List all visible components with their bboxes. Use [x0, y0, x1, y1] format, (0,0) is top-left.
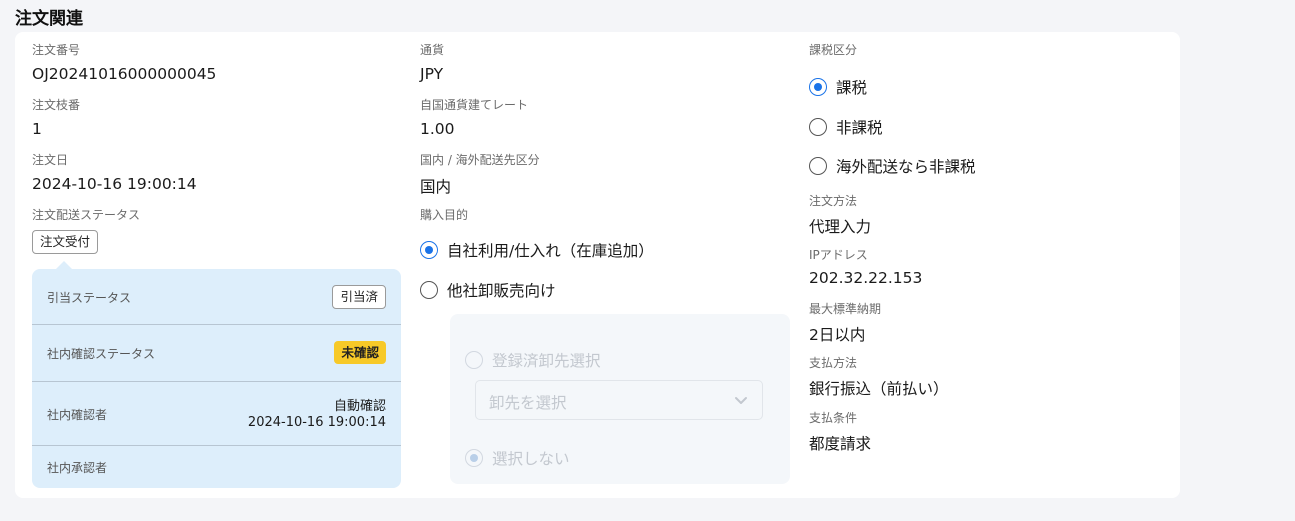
purchase-purpose-label: 購入目的 — [420, 208, 469, 222]
radio-checked-icon[interactable] — [809, 78, 827, 96]
wholesale-panel: 登録済卸先選択 卸先を選択 選択しない — [450, 314, 790, 484]
section-title: 注文関連 — [15, 9, 83, 29]
tax-option-taxable-label: 課税 — [836, 79, 868, 97]
internal-checker-date: 2024-10-16 19:00:14 — [247, 415, 386, 430]
order-number-label: 注文番号 — [32, 43, 81, 57]
status-popover: 引当ステータス 引当済 社内確認ステータス 未確認 社内確認者 自動確認 202… — [32, 261, 401, 488]
tax-option-taxable[interactable]: 課税 — [809, 76, 867, 98]
internal-check-status-badge: 未確認 — [334, 341, 386, 364]
tax-option-non-taxable-label: 非課税 — [836, 119, 883, 137]
tax-option-overseas[interactable]: 海外配送なら非課税 — [809, 155, 976, 177]
radio-checked-icon[interactable] — [420, 241, 438, 259]
radio-unchecked-icon[interactable] — [420, 281, 438, 299]
shipping-status-tag[interactable]: 注文受付 — [32, 230, 99, 254]
currency-value: JPY — [420, 65, 444, 83]
currency-label: 通貨 — [420, 43, 445, 57]
internal-checker-name: 自動確認 — [333, 399, 386, 414]
payment-method-value: 銀行振込（前払い） — [809, 380, 949, 398]
payment-terms-label: 支払条件 — [809, 411, 858, 425]
lead-time-value: 2日以内 — [809, 326, 866, 344]
wholesaler-select[interactable]: 卸先を選択 — [475, 380, 763, 420]
payment-method-label: 支払方法 — [809, 356, 858, 370]
wholesaler-select-placeholder: 卸先を選択 — [489, 394, 567, 412]
order-branch-label: 注文枝番 — [32, 98, 81, 112]
tax-category-label: 課税区分 — [809, 43, 858, 57]
internal-approver-label: 社内承認者 — [47, 461, 108, 475]
internal-check-status-label: 社内確認ステータス — [47, 347, 156, 361]
internal-check-status-row: 社内確認ステータス 未確認 — [32, 325, 401, 382]
ip-address-value: 202.32.22.153 — [809, 269, 923, 287]
order-date-value: 2024-10-16 19:00:14 — [32, 175, 197, 193]
allocation-status-tag: 引当済 — [332, 285, 386, 309]
internal-checker-label: 社内確認者 — [47, 408, 108, 422]
radio-unchecked-icon[interactable] — [809, 157, 827, 175]
purpose-option-own-use-label: 自社利用/仕入れ（在庫追加） — [447, 242, 654, 260]
ip-address-label: IPアドレス — [809, 248, 868, 262]
order-number-value: OJ20241016000000045 — [32, 65, 217, 83]
wholesale-none-label: 選択しない — [492, 450, 570, 468]
order-method-label: 注文方法 — [809, 194, 858, 208]
radio-disabled-checked-icon[interactable] — [465, 449, 483, 467]
lead-time-label: 最大標準納期 — [809, 302, 882, 316]
order-date-label: 注文日 — [32, 153, 69, 167]
purpose-option-wholesale[interactable]: 他社卸販売向け — [420, 279, 556, 301]
purpose-option-wholesale-label: 他社卸販売向け — [447, 282, 556, 300]
chevron-down-icon — [735, 397, 747, 404]
shipping-status-label: 注文配送ステータス — [32, 208, 141, 222]
exchange-rate-label: 自国通貨建てレート — [420, 98, 529, 112]
tax-option-overseas-label: 海外配送なら非課税 — [836, 158, 976, 176]
allocation-status-row: 引当ステータス 引当済 — [32, 269, 401, 325]
payment-terms-value: 都度請求 — [809, 435, 872, 453]
radio-unchecked-icon[interactable] — [809, 118, 827, 136]
wholesale-registered-option[interactable]: 登録済卸先選択 — [465, 349, 601, 371]
order-branch-value: 1 — [32, 120, 42, 138]
wholesale-none-option[interactable]: 選択しない — [465, 447, 570, 469]
allocation-status-label: 引当ステータス — [47, 291, 132, 305]
purpose-option-own-use[interactable]: 自社利用/仕入れ（在庫追加） — [420, 239, 654, 261]
radio-disabled-icon[interactable] — [465, 351, 483, 369]
exchange-rate-value: 1.00 — [420, 120, 455, 138]
order-method-value: 代理入力 — [809, 218, 872, 236]
order-info-card: 注文番号 OJ20241016000000045 注文枝番 1 注文日 2024… — [15, 32, 1180, 498]
wholesale-registered-label: 登録済卸先選択 — [492, 352, 601, 370]
internal-checker-row: 社内確認者 自動確認 2024-10-16 19:00:14 — [32, 382, 401, 446]
domestic-overseas-label: 国内 / 海外配送先区分 — [420, 153, 540, 167]
domestic-overseas-value: 国内 — [420, 178, 452, 196]
internal-approver-row: 社内承認者 — [32, 446, 401, 488]
tax-option-non-taxable[interactable]: 非課税 — [809, 116, 883, 138]
